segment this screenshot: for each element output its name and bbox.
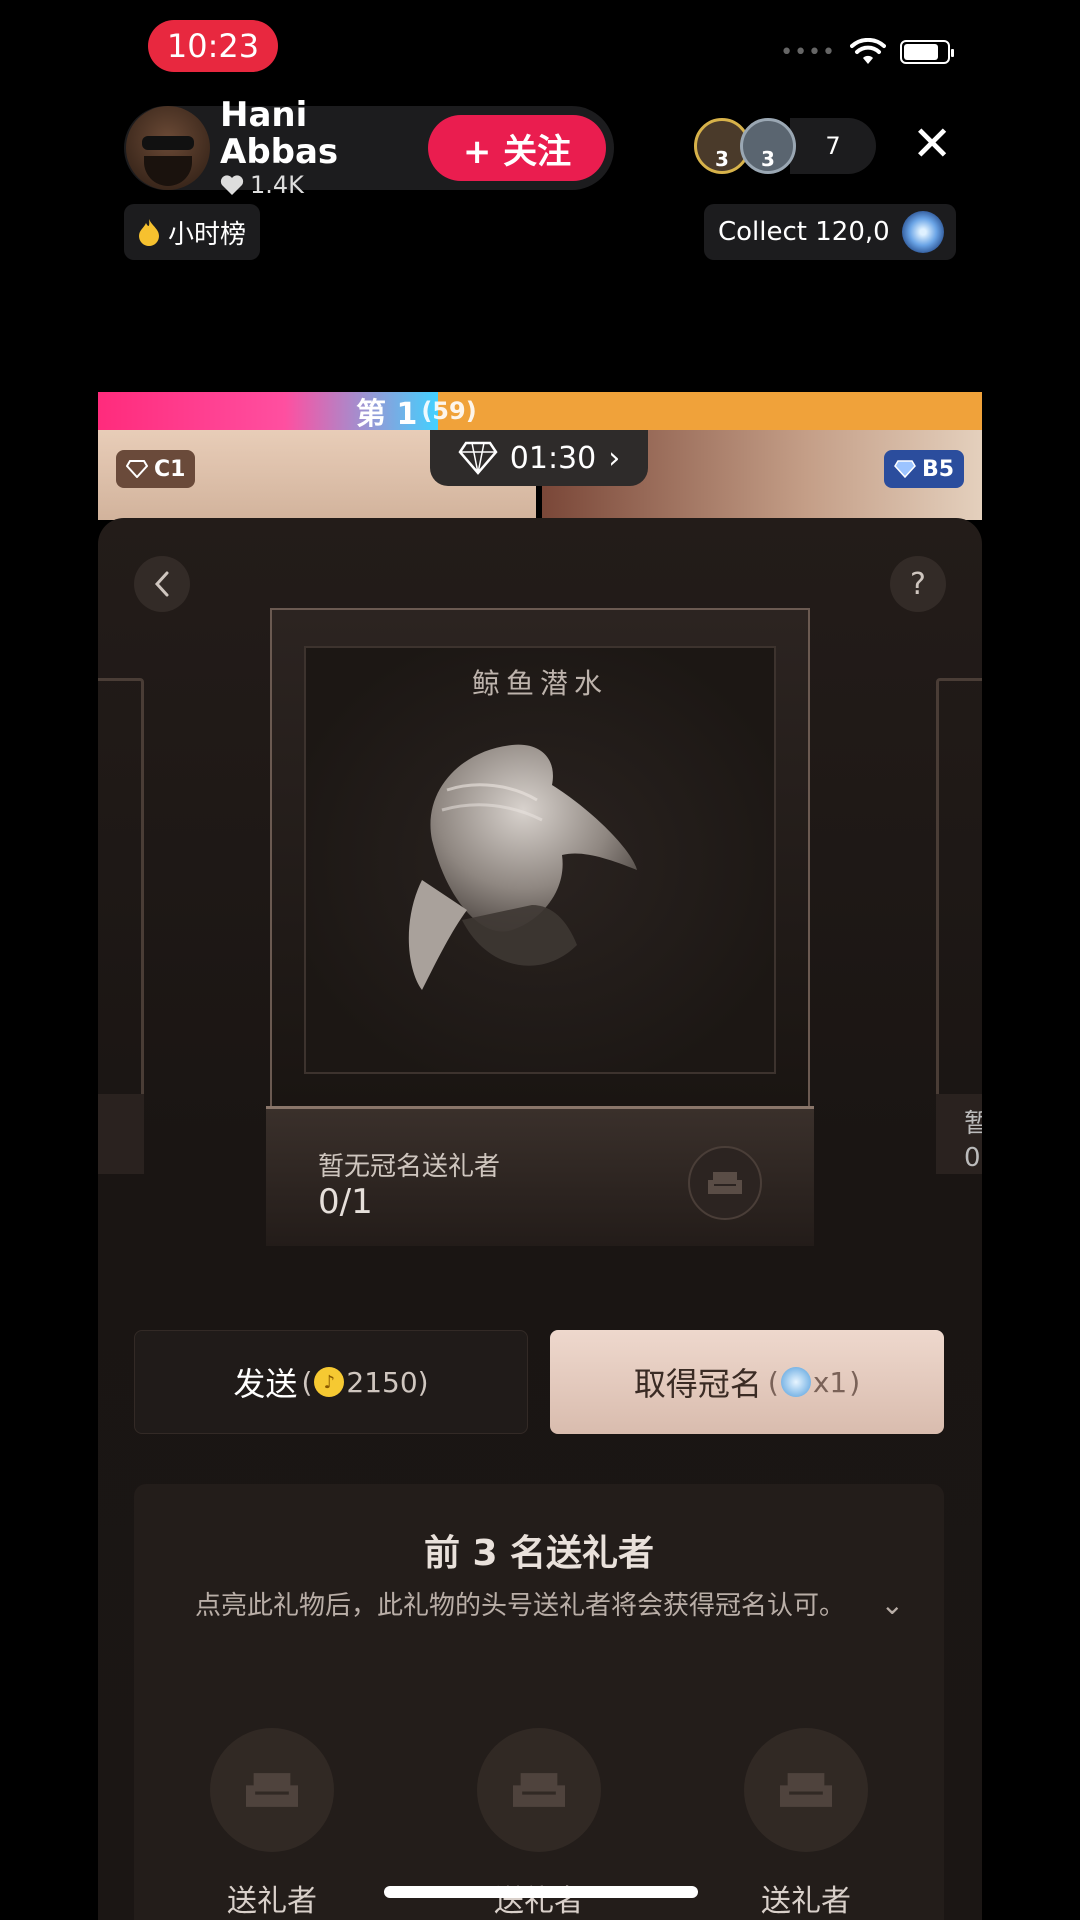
chevron-down-icon[interactable]: ⌄ xyxy=(881,1588,904,1621)
send-price: (♪ 2150) xyxy=(301,1365,429,1399)
status-icons: •••• xyxy=(780,38,954,66)
armchair-icon xyxy=(708,1172,742,1194)
flame-icon xyxy=(139,219,159,246)
prev-gift-base xyxy=(98,1094,144,1174)
battery-icon xyxy=(900,40,954,64)
top-sender-slot[interactable]: 送礼者 xyxy=(744,1728,868,1920)
back-button[interactable] xyxy=(134,556,190,612)
slot-label: 送礼者 xyxy=(227,1884,317,1919)
gift-name: 鲸鱼潜水 xyxy=(471,667,608,700)
collect-tag[interactable]: Collect 120,0 xyxy=(704,204,956,260)
armchair-icon xyxy=(210,1728,334,1852)
host-card[interactable]: Hani Abbas 1.4K + 关注 xyxy=(124,96,614,199)
next-gift-text: 暂 0, xyxy=(964,1108,982,1176)
wifi-icon xyxy=(850,38,886,64)
prev-gift-card[interactable] xyxy=(98,678,144,1098)
top-sender-slot[interactable]: 送礼者 xyxy=(210,1728,334,1920)
viewer-rank: 3 xyxy=(715,147,729,171)
slot-label: 送礼者 xyxy=(761,1884,851,1919)
host-avatar[interactable] xyxy=(126,106,210,190)
diamond-icon xyxy=(458,441,498,475)
get-title-qty: x1 xyxy=(812,1365,848,1399)
help-button[interactable]: ? xyxy=(890,556,946,612)
left-tier-label: C1 xyxy=(154,456,186,482)
hourly-rank-tag[interactable]: 小时榜 xyxy=(124,204,261,260)
close-icon[interactable]: ✕ xyxy=(912,120,952,168)
question-icon: ? xyxy=(910,566,926,602)
armchair-icon xyxy=(744,1728,868,1852)
viewer-rank: 3 xyxy=(761,147,775,171)
coin-icon: ♪ xyxy=(314,1367,345,1397)
host-likes: 1.4K xyxy=(220,171,428,199)
gift-display-case: 鲸鱼潜水 xyxy=(270,608,810,1108)
chevron-right-icon: › xyxy=(608,440,621,476)
left-tier-badge: C1 xyxy=(116,450,196,488)
pk-progress-bar xyxy=(98,392,982,430)
top-viewers[interactable]: 3 3 7 xyxy=(694,116,876,176)
slot-label: 送礼者 xyxy=(494,1884,584,1919)
top-senders-title: 前 3 名送礼者 xyxy=(423,1533,655,1574)
viewer-avatar[interactable]: 3 xyxy=(740,118,796,174)
top-senders-panel: 前 3 名送礼者 点亮此礼物后，此礼物的头号送礼者将会获得冠名认可。 ⌄ 送礼者… xyxy=(134,1484,944,1920)
shell-icon xyxy=(780,1367,811,1397)
follow-button[interactable]: + 关注 xyxy=(428,115,606,181)
whale-gift-image xyxy=(408,744,637,990)
no-sender-text: 暂无冠名送礼者 xyxy=(318,1152,501,1182)
get-title-cost: (x1) xyxy=(767,1365,861,1399)
next-gift-line-2: 0, xyxy=(964,1142,982,1173)
host-name: Hani Abbas xyxy=(220,94,339,172)
chevron-left-icon xyxy=(154,571,169,597)
top-senders-description: 点亮此礼物后，此礼物的头号送礼者将会获得冠名认可。 xyxy=(194,1591,845,1621)
send-price-value: 2150 xyxy=(346,1365,418,1399)
send-button[interactable]: 发送 (♪ 2150) xyxy=(134,1330,528,1434)
sender-seat[interactable] xyxy=(688,1146,762,1220)
pk-right-side xyxy=(438,392,982,430)
signal-icon: •••• xyxy=(780,39,836,65)
heart-icon xyxy=(220,175,244,196)
pk-timer[interactable]: 01:30 › xyxy=(430,430,648,486)
armchair-icon xyxy=(477,1728,601,1852)
next-gift-card[interactable] xyxy=(936,678,982,1098)
get-title-label: 取得冠名 xyxy=(633,1365,762,1403)
pk-rank-score: (59) xyxy=(421,397,477,425)
pk-timer-value: 01:30 xyxy=(509,440,597,476)
hourly-rank-label: 小时榜 xyxy=(168,219,247,250)
diamond-icon xyxy=(894,460,916,478)
gift-sheet: ? 暂 0, 鲸鱼潜水 暂无冠名送礼者 0/1 发送 (♪2150) xyxy=(98,518,982,1920)
diamond-icon xyxy=(126,460,148,478)
likes-count: 1.4K xyxy=(250,171,304,200)
send-label: 发送 xyxy=(233,1365,298,1403)
next-gift-line-1: 暂 xyxy=(964,1109,982,1139)
get-title-button[interactable]: 取得冠名 (x1) xyxy=(550,1330,944,1434)
pk-rank-label: 第 1 xyxy=(356,397,418,432)
firework-icon xyxy=(901,211,944,253)
home-indicator[interactable] xyxy=(384,1886,698,1898)
gift-progress: 0/1 xyxy=(318,1182,373,1222)
pk-rank: 第 1 (59) xyxy=(356,392,477,432)
viewer-count[interactable]: 7 xyxy=(790,118,876,174)
collect-label: Collect 120,0 xyxy=(718,217,890,247)
right-tier-label: B5 xyxy=(922,456,955,482)
right-tier-badge: B5 xyxy=(884,450,965,488)
status-time: 10:23 xyxy=(148,20,278,72)
